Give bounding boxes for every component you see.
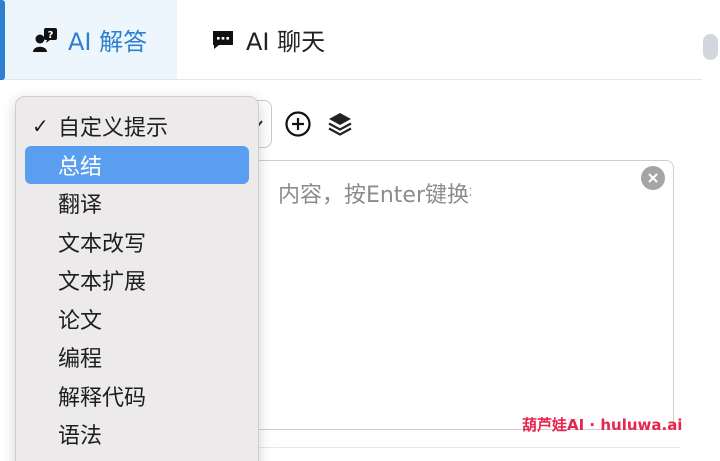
watermark: 葫芦娃AI · huluwa.ai bbox=[522, 416, 683, 434]
tab-ai-chat[interactable]: AI 聊天 bbox=[210, 0, 325, 79]
input-placeholder: 内容，按Enter键换行 bbox=[277, 183, 471, 208]
prompt-dropdown-menu: ✓ 自定义提示 总结 翻译 文本改写 文本扩展 论文 编程 解释代码 语法 bbox=[15, 96, 259, 461]
tab-ai-answer[interactable]: ? AI 解答 bbox=[0, 0, 177, 79]
menu-item-rewrite[interactable]: 文本改写 bbox=[25, 223, 249, 262]
divider bbox=[240, 447, 680, 448]
menu-item-custom-prompt[interactable]: ✓ 自定义提示 bbox=[25, 107, 249, 146]
menu-item-explain-code[interactable]: 解释代码 bbox=[25, 377, 249, 416]
menu-item-summary[interactable]: 总结 bbox=[25, 145, 249, 184]
tab-bar: ? AI 解答 AI 聊天 bbox=[0, 0, 702, 80]
tab-ai-answer-label: AI 解答 bbox=[68, 28, 148, 56]
layers-icon bbox=[328, 113, 352, 136]
add-prompt-button[interactable] bbox=[284, 110, 312, 138]
app-window: ? AI 解答 AI 聊天 内容，按Enter键换行 ✓ 自定义提示 总结 翻译… bbox=[0, 0, 720, 461]
menu-item-paper[interactable]: 论文 bbox=[25, 300, 249, 339]
svg-text:?: ? bbox=[48, 30, 54, 41]
checkmark-icon: ✓ bbox=[32, 114, 49, 139]
menu-item-expand[interactable]: 文本扩展 bbox=[25, 261, 249, 300]
clear-input-button[interactable] bbox=[641, 166, 665, 190]
question-input[interactable]: 内容，按Enter键换行 bbox=[240, 160, 674, 430]
menu-item-translate[interactable]: 翻译 bbox=[25, 184, 249, 223]
layers-button[interactable] bbox=[326, 110, 354, 138]
window-edge bbox=[0, 0, 5, 80]
menu-item-grammar[interactable]: 语法 bbox=[25, 415, 249, 454]
tab-ai-chat-label: AI 聊天 bbox=[246, 28, 326, 56]
close-circle-icon bbox=[648, 173, 658, 183]
user-question-icon: ? bbox=[32, 27, 58, 53]
menu-item-programming[interactable]: 编程 bbox=[25, 338, 249, 377]
chat-bubble-icon bbox=[210, 27, 236, 53]
scrollbar-thumb[interactable] bbox=[703, 34, 718, 60]
plus-circle-icon bbox=[285, 111, 311, 137]
